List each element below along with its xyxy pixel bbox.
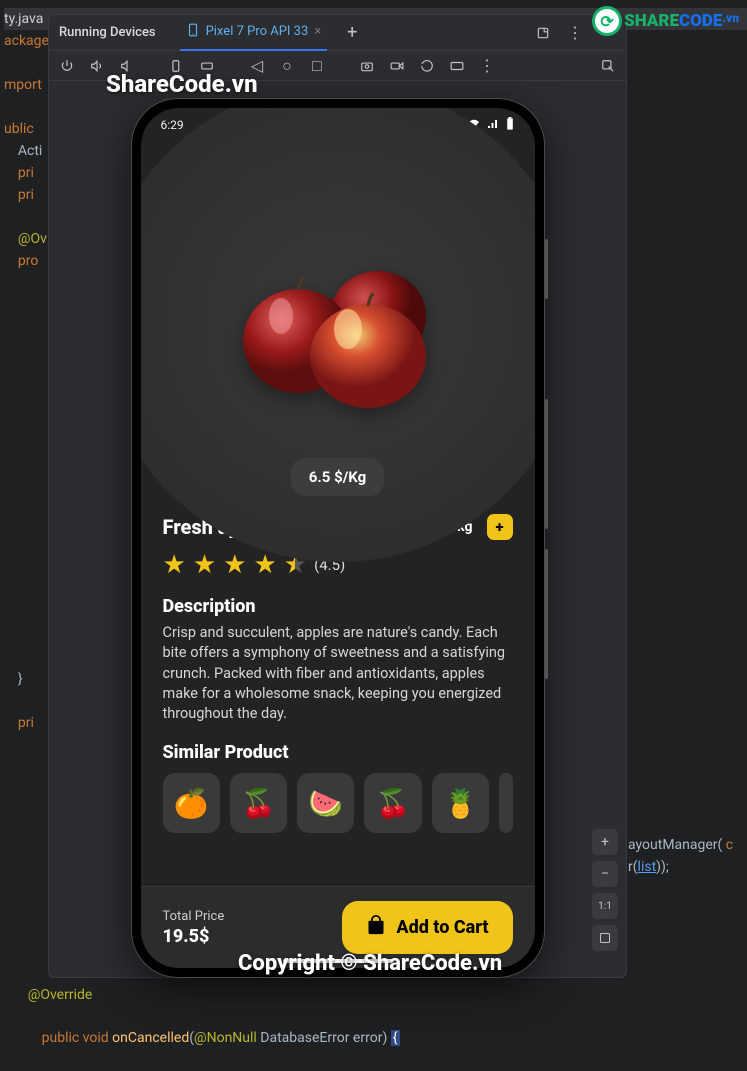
reload-icon[interactable] bbox=[419, 58, 435, 74]
logo-icon: ⟳ bbox=[592, 6, 622, 36]
device-tab[interactable]: Pixel 7 Pro API 33 × bbox=[180, 15, 328, 51]
battery-icon bbox=[505, 117, 515, 134]
zoom-fit-button[interactable] bbox=[592, 925, 618, 951]
product-image bbox=[233, 261, 443, 411]
nav-overview-icon[interactable]: □ bbox=[309, 58, 325, 74]
product-hero: 6.5 $/Kg bbox=[141, 202, 535, 500]
nav-home-icon[interactable]: ○ bbox=[279, 58, 295, 74]
volume-up-icon[interactable] bbox=[89, 58, 105, 74]
similar-item-more[interactable] bbox=[499, 773, 512, 833]
more-icon[interactable]: ⋮ bbox=[566, 24, 584, 42]
pin-icon[interactable] bbox=[534, 24, 552, 42]
similar-item-cherries[interactable]: 🍒 bbox=[364, 773, 421, 833]
power-icon[interactable] bbox=[59, 58, 75, 74]
similar-item-pineapple[interactable]: 🍍 bbox=[432, 773, 489, 833]
panel-title: Running Devices bbox=[59, 25, 156, 40]
panel-header: Running Devices Pixel 7 Pro API 33 × + ⋮… bbox=[49, 15, 626, 51]
price-badge: 6.5 $/Kg bbox=[291, 458, 384, 496]
toolbar-more-icon[interactable]: ⋮ bbox=[479, 58, 495, 74]
device-tab-label: Pixel 7 Pro API 33 bbox=[206, 24, 309, 39]
total-price-value: 19.5$ bbox=[163, 926, 225, 947]
record-icon[interactable] bbox=[389, 58, 405, 74]
phone-device-frame: 6:29 Detail bbox=[132, 99, 544, 977]
star-icon: ★ bbox=[193, 550, 215, 580]
star-icon: ★ bbox=[163, 550, 185, 580]
similar-item-watermelon[interactable]: 🍉 bbox=[297, 773, 354, 833]
increase-quantity-button[interactable]: + bbox=[487, 514, 513, 540]
star-icon: ★ bbox=[253, 550, 275, 580]
running-devices-panel: Running Devices Pixel 7 Pro API 33 × + ⋮… bbox=[48, 14, 627, 978]
close-tab-icon[interactable]: × bbox=[314, 24, 321, 39]
zoom-reset-button[interactable]: 1:1 bbox=[592, 893, 618, 919]
copyright-watermark: Copyright © ShareCode.vn bbox=[238, 951, 502, 976]
bag-icon bbox=[366, 915, 386, 940]
signal-icon bbox=[486, 118, 500, 133]
zoom-controls: + − 1:1 bbox=[592, 829, 618, 951]
emulator-viewport: 6:29 Detail bbox=[49, 81, 626, 977]
sharecode-logo: ⟳ SHARECODE.vn bbox=[592, 6, 739, 36]
description-heading: Description bbox=[163, 596, 513, 617]
status-time: 6:29 bbox=[161, 118, 184, 132]
add-tab-button[interactable]: + bbox=[343, 24, 361, 42]
description-body: Crisp and succulent, apples are nature's… bbox=[163, 623, 513, 724]
add-to-cart-label: Add to Cart bbox=[396, 917, 488, 938]
logo-text-2: CODE bbox=[679, 11, 722, 31]
device-side-button bbox=[545, 549, 548, 679]
phone-icon bbox=[186, 23, 200, 41]
similar-item-orange[interactable]: 🍊 bbox=[163, 773, 220, 833]
add-to-cart-button[interactable]: Add to Cart bbox=[342, 901, 512, 954]
device-side-button bbox=[545, 399, 548, 529]
zoom-out-button[interactable]: − bbox=[592, 861, 618, 887]
screenshot-icon[interactable] bbox=[359, 58, 375, 74]
device-side-button bbox=[545, 239, 548, 299]
similar-products-row: 🍊 🍒 🍉 🍒 🍍 bbox=[163, 773, 513, 833]
similar-item-cherry[interactable]: 🍒 bbox=[230, 773, 287, 833]
inspect-icon[interactable] bbox=[600, 58, 616, 74]
similar-heading: Similar Product bbox=[163, 742, 513, 763]
logo-text-3: .vn bbox=[722, 11, 739, 25]
phone-screen: 6:29 Detail bbox=[141, 108, 535, 968]
list-variable-link[interactable]: list bbox=[638, 859, 657, 875]
star-icon: ★ bbox=[223, 550, 245, 580]
total-price-label: Total Price bbox=[163, 909, 225, 924]
zoom-in-button[interactable]: + bbox=[592, 829, 618, 855]
logo-text-1: SHARE bbox=[624, 11, 679, 31]
keyboard-icon[interactable] bbox=[449, 58, 465, 74]
watermark-text: ShareCode.vn bbox=[106, 70, 258, 98]
